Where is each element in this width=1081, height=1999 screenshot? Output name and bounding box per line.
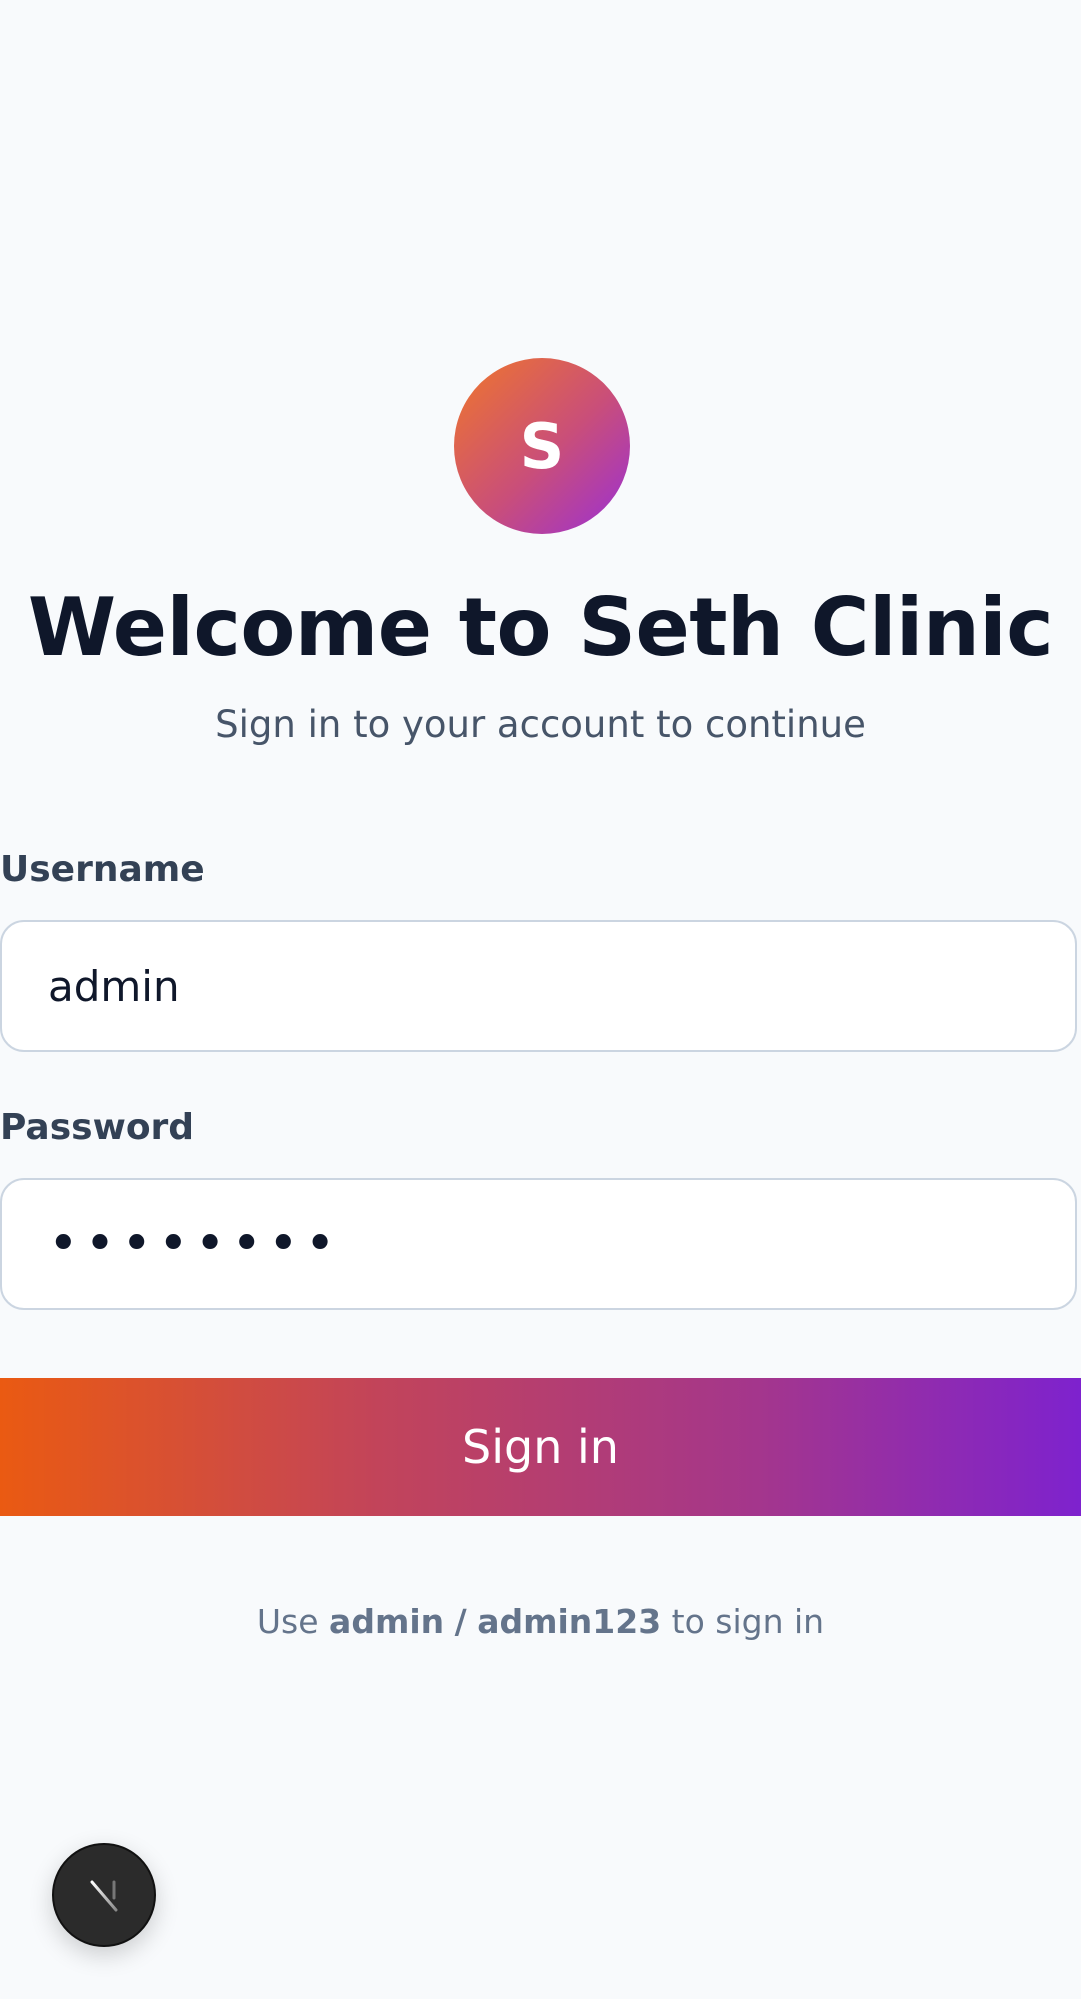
clinic-logo: S	[454, 358, 630, 534]
hint-separator: /	[454, 1602, 467, 1641]
credentials-hint: Use admin / admin123 to sign in	[0, 1600, 1081, 1644]
next-dev-badge[interactable]	[52, 1843, 156, 1947]
sign-in-label: Sign in	[462, 1420, 619, 1474]
username-value: admin	[48, 961, 180, 1011]
login-page: S Welcome to Seth Clinic Sign in to your…	[0, 0, 1081, 1999]
password-value: ••••••••	[48, 1214, 342, 1274]
hint-prefix: Use	[256, 1602, 319, 1641]
username-field[interactable]: admin	[0, 920, 1077, 1052]
hint-password: admin123	[477, 1602, 662, 1641]
page-subtitle: Sign in to your account to continue	[215, 703, 866, 746]
username-label: Username	[0, 849, 205, 890]
logo-letter: S	[519, 409, 565, 483]
sign-in-button[interactable]: Sign in	[0, 1378, 1081, 1516]
page-title: Welcome to Seth Clinic	[27, 581, 1054, 674]
password-field[interactable]: ••••••••	[0, 1178, 1077, 1310]
next-dev-badge-icon	[90, 1880, 118, 1912]
hint-username: admin	[329, 1602, 445, 1641]
password-label: Password	[0, 1107, 195, 1148]
hint-suffix: to sign in	[671, 1602, 825, 1641]
